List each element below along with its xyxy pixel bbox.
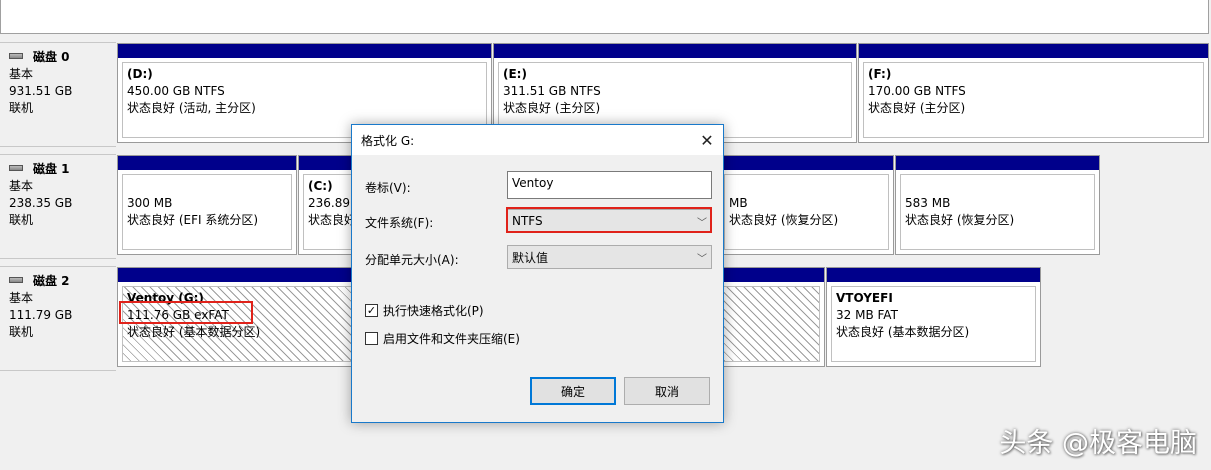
compression-label: 启用文件和文件夹压缩(E) [383,332,520,346]
watermark-text: 头条 @极客电脑 [999,428,1197,459]
disk-icon [9,276,23,283]
close-icon[interactable]: ✕ [691,125,723,155]
format-dialog: 格式化 G: ✕ 卷标(V): Ventoy 文件系统(F): NTFS ﹀ 分… [351,124,724,423]
volume-list-area [0,0,1209,34]
highlight-box-filesystem [506,207,712,233]
disk-type: 基本 [9,291,34,305]
disk-size: 238.35 GB [9,196,73,210]
allocation-size-label: 分配单元大小(A): [365,253,459,267]
partition-size: MB [729,196,748,210]
filesystem-label: 文件系统(F): [365,216,434,230]
disk-name: 磁盘 2 [33,274,70,288]
disk-size: 111.79 GB [9,308,73,322]
disk-name: 磁盘 0 [33,50,70,64]
ok-button[interactable]: 确定 [530,377,616,405]
partition-size: 32 MB FAT [836,308,898,322]
partition-status: 状态良好 (主分区) [868,101,966,115]
disk-type: 基本 [9,67,34,81]
partition-size: 450.00 GB NTFS [127,84,225,98]
partition-name: VTOYEFI [836,291,893,305]
volume-label-input[interactable]: Ventoy [507,171,712,199]
disk-0-label[interactable]: 磁盘 0 基本 931.51 GB 联机 [0,42,116,147]
partition-size: 311.51 GB NTFS [503,84,601,98]
partition-status: 状态良好 (恢复分区) [905,213,1015,227]
disk-status: 联机 [9,213,34,227]
partition-recovery-1[interactable]: MB 状态良好 (恢复分区) [719,155,894,255]
quick-format-label: 执行快速格式化(P) [383,304,484,318]
disk-icon [9,52,23,59]
partition-status: 状态良好 (主分区) [503,101,601,115]
partition-efi[interactable]: 300 MB 状态良好 (EFI 系统分区) [117,155,297,255]
disk-size: 931.51 GB [9,84,73,98]
partition-name: (F:) [868,67,892,81]
partition-status: 状态良好 (恢复分区) [729,213,839,227]
partition-f[interactable]: (F:) 170.00 GB NTFS 状态良好 (主分区) [858,43,1209,143]
partition-status: 状态良好 (活动, 主分区) [127,101,256,115]
partition-status: 状态良好 (EFI 系统分区) [127,213,259,227]
checkbox-checked-icon: ✓ [365,304,378,317]
partition-name: (E:) [503,67,527,81]
cancel-button[interactable]: 取消 [624,377,710,405]
highlight-box-exfat [119,301,253,324]
disk-1-label[interactable]: 磁盘 1 基本 238.35 GB 联机 [0,154,116,259]
partition-size: 583 MB [905,196,951,210]
partition-size: 300 MB [127,196,173,210]
allocation-size-value: 默认值 [512,250,549,265]
quick-format-checkbox[interactable]: ✓ 执行快速格式化(P) [365,302,484,319]
disk-2-label[interactable]: 磁盘 2 基本 111.79 GB 联机 [0,266,116,371]
volume-label-label: 卷标(V): [365,181,411,195]
partition-size: 170.00 GB NTFS [868,84,966,98]
disk-status: 联机 [9,325,34,339]
disk-name: 磁盘 1 [33,162,70,176]
allocation-size-select[interactable]: 默认值 ﹀ [507,245,712,269]
partition-recovery-2[interactable]: 583 MB 状态良好 (恢复分区) [895,155,1100,255]
dialog-titlebar[interactable]: 格式化 G: [352,125,723,155]
chevron-down-icon: ﹀ [697,253,707,265]
partition-name: (D:) [127,67,153,81]
partition-status: 状态良好 (基本数据分区) [836,325,970,339]
partition-vtoyefi[interactable]: VTOYEFI 32 MB FAT 状态良好 (基本数据分区) [826,267,1041,367]
compression-checkbox[interactable]: 启用文件和文件夹压缩(E) [365,330,520,347]
checkbox-unchecked-icon [365,332,378,345]
disk-icon [9,164,23,171]
disk-status: 联机 [9,101,34,115]
disk-type: 基本 [9,179,34,193]
dialog-title: 格式化 G: [361,133,415,148]
